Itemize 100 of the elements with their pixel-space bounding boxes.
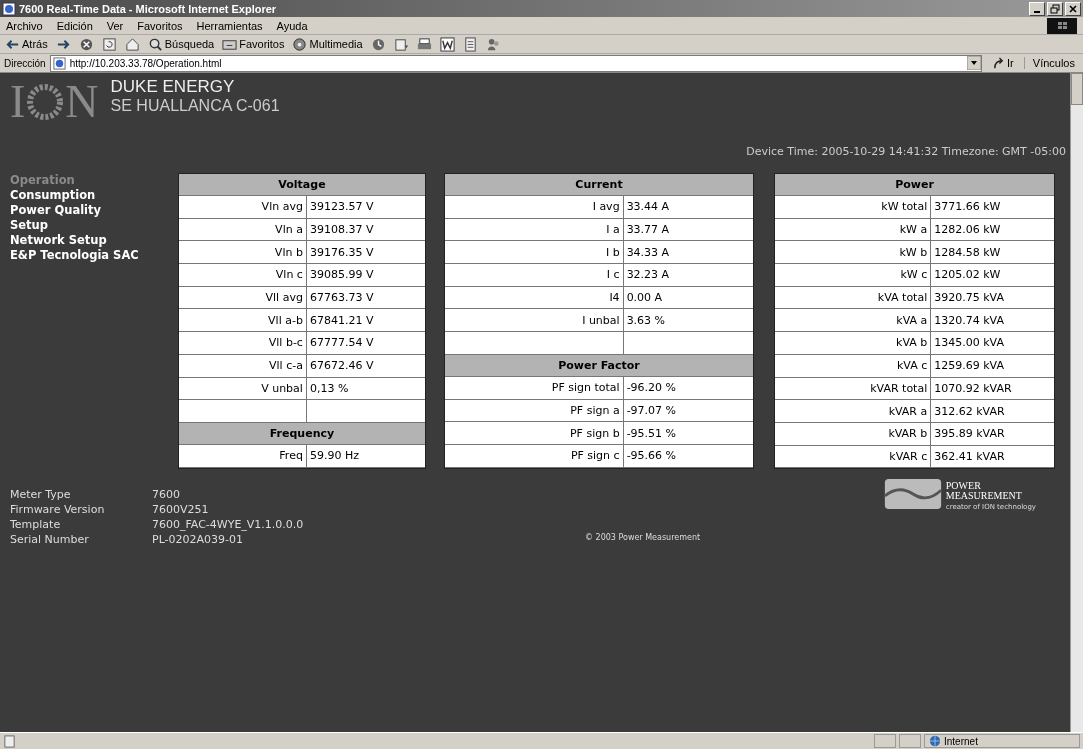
table-cell-text: 67763.73 V [308, 290, 375, 307]
table-cell-text: 34.33 A [625, 244, 671, 261]
info-value: 7600 [152, 487, 181, 502]
restore-button[interactable] [1047, 1, 1063, 16]
table-cell-text: -95.66 % [625, 448, 678, 465]
globe-icon [929, 735, 941, 747]
table-cell-text: 3920.75 kVA [933, 290, 1005, 307]
back-button[interactable]: Atrás [4, 36, 49, 52]
page-icon [393, 36, 409, 52]
menu-item[interactable]: Herramientas [196, 19, 263, 32]
section-header: Frequency [179, 422, 425, 445]
table-cell: kVAR c [775, 445, 932, 468]
info-value: PL-0202A039-01 [152, 532, 245, 547]
wave-logo-icon [883, 479, 942, 509]
favorites-button[interactable]: Favoritos [221, 36, 286, 52]
table-cell-text: 1259.69 kVA [933, 358, 1005, 375]
page-icon [3, 734, 16, 748]
table-cell: I avg [445, 196, 624, 218]
notepad-icon [462, 36, 478, 52]
browser-icon [2, 1, 16, 16]
table-cell: kW c [775, 264, 932, 286]
section-header: Power [775, 174, 1054, 196]
table-cell: PF sign b [445, 422, 624, 444]
table-cell: PF sign c [445, 444, 624, 467]
device-time: Device Time: 2005-10-29 14:41:32 Timezone: GMT -05:00 [746, 145, 1066, 158]
table-cell: Vln a [179, 218, 307, 241]
people-icon [485, 36, 501, 52]
home-icon [124, 36, 140, 52]
brand-name: MEASUREMENT [945, 491, 1023, 501]
table-cell: I a [445, 218, 624, 241]
search-button[interactable]: Búsqueda [146, 36, 216, 52]
table-cell: kVA b [775, 332, 932, 354]
section-header: Voltage [179, 174, 425, 196]
ring-logo-icon [25, 82, 66, 122]
zone-label: Internet [944, 735, 978, 747]
table-cell: Vln b [179, 241, 307, 264]
close-button[interactable] [1065, 1, 1081, 16]
menu-item[interactable]: Ver [106, 19, 124, 32]
print-button[interactable] [415, 36, 433, 52]
menu-item[interactable]: Ayuda [276, 19, 308, 32]
table-cell: PF sign total [445, 376, 624, 399]
logo-letter: I [10, 79, 26, 125]
scrollbar[interactable] [1070, 73, 1083, 732]
brand-name: POWER [945, 481, 982, 491]
table-cell-text: 0.00 A [625, 290, 664, 307]
links-button[interactable]: Vínculos [1023, 57, 1079, 69]
table-cell: Vln c [179, 264, 307, 286]
site-name: SE HUALLANCA C-061 [110, 97, 280, 115]
table-cell-text: -97.07 % [625, 402, 678, 419]
nav-link[interactable]: Consumption [10, 188, 178, 203]
table-cell-text: 33.44 A [625, 199, 671, 216]
table-cell: I4 [445, 286, 624, 309]
windows-logo-icon [1047, 17, 1077, 34]
restore-icon [1049, 3, 1061, 14]
section-header: Current [445, 174, 753, 196]
table-cell: I unbal [445, 309, 624, 332]
window-title: 7600 Real-Time Data - Microsoft Internet Explorer [19, 2, 278, 15]
menu-item[interactable]: Edición [56, 19, 93, 32]
copyright-text: © 2003 Power Measurement [585, 533, 701, 542]
table-cell-text: 1284.58 kW [933, 244, 1002, 261]
nav-link[interactable]: Setup [10, 218, 178, 233]
table-cell-text: 59.90 Hz [308, 448, 360, 465]
refresh-button[interactable] [100, 36, 118, 52]
home-button[interactable] [123, 36, 141, 52]
nav-link[interactable]: E&P Tecnologia SAC [10, 248, 178, 263]
close-icon [1067, 3, 1079, 14]
stop-icon [78, 36, 94, 52]
dropdown-arrow-icon[interactable] [967, 56, 982, 70]
mail-button[interactable] [392, 36, 410, 52]
table-cell-text: 1205.02 kW [933, 267, 1002, 284]
info-value: 7600V251 [152, 502, 210, 517]
table-cell-text: 1345.00 kVA [933, 335, 1005, 352]
go-button[interactable]: Ir [986, 56, 1020, 70]
table-cell: I b [445, 241, 624, 264]
word-button[interactable] [438, 36, 456, 52]
table-cell-text: 39176.35 V [308, 244, 375, 261]
menu-item[interactable]: Favoritos [137, 19, 183, 32]
nav-link[interactable]: Network Setup [10, 233, 178, 248]
table-cell-text: 362.41 kVAR [933, 448, 1006, 465]
table-cell: kVAR total [775, 377, 932, 400]
address-field[interactable]: http://10.203.33.78/Operation.html [49, 54, 983, 72]
refresh-icon [101, 36, 117, 52]
table-cell-text: 32.23 A [625, 267, 671, 284]
table-cell-text: 312.62 kVAR [933, 403, 1006, 420]
table-cell: Vll avg [179, 286, 307, 309]
table-cell: V unbal [179, 377, 307, 400]
minimize-button[interactable] [1029, 1, 1045, 16]
info-label: Firmware Version [10, 502, 106, 517]
status-panel [874, 734, 896, 748]
table-cell: Freq [179, 444, 307, 467]
table-cell-text: 67841.21 V [308, 312, 375, 329]
info-label: Meter Type [10, 487, 72, 502]
table-cell: kW b [775, 241, 932, 264]
nav-link[interactable]: Power Quality [10, 203, 178, 218]
menu-item[interactable]: Archivo [6, 19, 43, 32]
table-cell-text: 1320.74 kVA [933, 312, 1005, 329]
table-cell-text: 39123.57 V [308, 199, 375, 216]
table-cell: kVA a [775, 309, 932, 332]
table-cell: Vll a-b [179, 309, 307, 332]
media-button[interactable]: Multimedia [291, 36, 364, 52]
